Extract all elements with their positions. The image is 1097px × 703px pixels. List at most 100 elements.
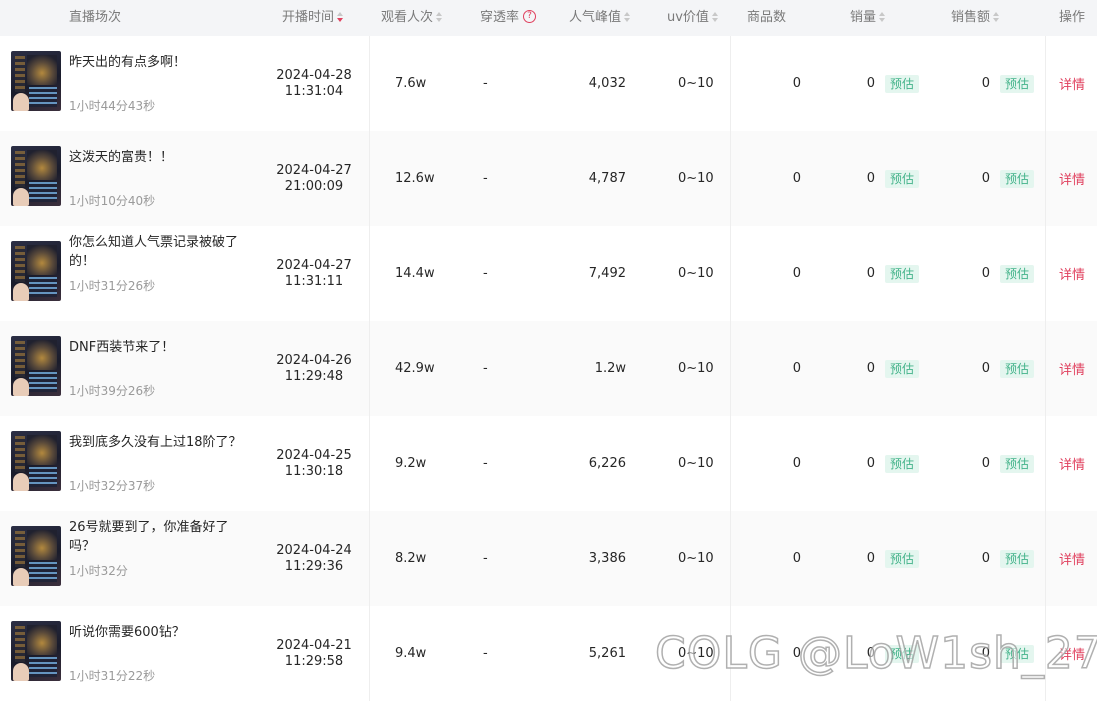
header-action: 操作 bbox=[1059, 10, 1086, 25]
estimate-badge: 预估 bbox=[1000, 454, 1035, 473]
session-duration: 1小时32分 bbox=[69, 564, 128, 578]
session-duration: 1小时32分37秒 bbox=[69, 479, 156, 493]
table-row[interactable]: 昨天出的有点多啊！ 1小时44分43秒 2024-04-28 11:31:04 7… bbox=[0, 36, 1097, 131]
start-time: 2024-04-21 11:29:58 bbox=[266, 606, 362, 701]
column-divider bbox=[1045, 416, 1046, 511]
session-title[interactable]: 我到底多久没有上过18阶了？ bbox=[69, 433, 259, 452]
table-row[interactable]: 这泼天的富贵！！ 1小时10分40秒 2024-04-27 21:00:09 12… bbox=[0, 131, 1097, 226]
start-time: 2024-04-28 11:31:04 bbox=[266, 36, 362, 131]
start-clock: 11:29:48 bbox=[284, 368, 344, 384]
session-title[interactable]: 26号就要到了，你准备好了吗？ bbox=[69, 518, 254, 556]
session-title[interactable]: 这泼天的富贵！！ bbox=[69, 148, 259, 167]
column-divider bbox=[369, 606, 370, 701]
column-divider bbox=[730, 226, 731, 321]
detail-link-label[interactable]: 详情 bbox=[1059, 359, 1085, 378]
detail-link[interactable]: 详情 bbox=[1059, 416, 1085, 511]
session-title[interactable]: 你怎么知道人气票记录被破了的！ bbox=[69, 233, 254, 271]
peak-value: 4,032 bbox=[588, 76, 626, 91]
estimate-badge: 预估 bbox=[885, 359, 920, 378]
start-clock: 11:29:58 bbox=[284, 653, 344, 669]
estimate-badge: 预估 bbox=[885, 264, 920, 283]
sort-arrows-icon[interactable] bbox=[711, 11, 718, 22]
detail-link[interactable]: 详情 bbox=[1059, 131, 1085, 226]
product-count-value: 0 bbox=[792, 361, 801, 376]
views-value: 42.9w bbox=[395, 361, 435, 376]
session-thumbnail[interactable] bbox=[11, 621, 61, 681]
session-thumbnail[interactable] bbox=[11, 336, 61, 396]
session-title[interactable]: 听说你需要600钻？ bbox=[69, 623, 259, 642]
uv-value: 0~10 bbox=[678, 456, 714, 471]
detail-link[interactable]: 详情 bbox=[1059, 606, 1085, 701]
table-row[interactable]: 26号就要到了，你准备好了吗？ 1小时32分 2024-04-24 11:29:3… bbox=[0, 511, 1097, 606]
start-clock: 21:00:09 bbox=[284, 178, 344, 194]
detail-link-label[interactable]: 详情 bbox=[1059, 454, 1085, 473]
sort-arrows-icon[interactable] bbox=[993, 11, 1000, 22]
detail-link-label[interactable]: 详情 bbox=[1059, 74, 1085, 93]
start-clock: 11:31:04 bbox=[284, 83, 344, 99]
sales-amount-value: 0 bbox=[981, 456, 990, 471]
table-row[interactable]: 我到底多久没有上过18阶了？ 1小时32分37秒 2024-04-25 11:30… bbox=[0, 416, 1097, 511]
views-value: 14.4w bbox=[395, 266, 435, 281]
sort-arrows-icon[interactable] bbox=[337, 11, 344, 22]
detail-link-label[interactable]: 详情 bbox=[1059, 264, 1085, 283]
header-uv[interactable]: uv价值 bbox=[667, 0, 718, 36]
table-body: 昨天出的有点多啊！ 1小时44分43秒 2024-04-28 11:31:04 7… bbox=[0, 36, 1097, 701]
session-thumbnail[interactable] bbox=[11, 241, 61, 301]
sales-amount-estimate: 预估 bbox=[990, 511, 1035, 606]
estimate-badge: 预估 bbox=[885, 74, 920, 93]
header-session: 直播场次 bbox=[69, 10, 122, 25]
start-clock: 11:31:11 bbox=[284, 273, 344, 289]
detail-link[interactable]: 详情 bbox=[1059, 36, 1085, 131]
column-divider bbox=[730, 511, 731, 606]
sales-volume-value: 0 bbox=[866, 456, 875, 471]
product-count-value: 0 bbox=[792, 76, 801, 91]
header-sales-amount[interactable]: 销售额 bbox=[951, 0, 1000, 36]
detail-link[interactable]: 详情 bbox=[1059, 511, 1085, 606]
peak-value: 4,787 bbox=[588, 171, 626, 186]
header-views[interactable]: 观看人次 bbox=[381, 0, 443, 36]
sort-arrows-icon[interactable] bbox=[879, 11, 886, 22]
session-title[interactable]: 昨天出的有点多啊！ bbox=[69, 53, 259, 72]
start-date: 2024-04-26 bbox=[276, 352, 352, 368]
sales-amount-estimate: 预估 bbox=[990, 321, 1035, 416]
column-divider bbox=[1045, 511, 1046, 606]
detail-link-label[interactable]: 详情 bbox=[1059, 644, 1085, 663]
sales-amount-estimate: 预估 bbox=[990, 226, 1035, 321]
peak-value: 3,386 bbox=[588, 551, 626, 566]
detail-link-label[interactable]: 详情 bbox=[1059, 169, 1085, 188]
views-value: 12.6w bbox=[395, 171, 435, 186]
header-peak[interactable]: 人气峰值 bbox=[569, 0, 631, 36]
help-icon[interactable]: ? bbox=[523, 10, 537, 23]
session-thumbnail[interactable] bbox=[11, 431, 61, 491]
penetration-value: - bbox=[483, 456, 488, 471]
sales-amount-value: 0 bbox=[981, 646, 990, 661]
start-date: 2024-04-21 bbox=[276, 637, 352, 653]
estimate-badge: 预估 bbox=[1000, 169, 1035, 188]
header-uv-label: uv价值 bbox=[667, 10, 709, 25]
uv-value: 0~10 bbox=[678, 171, 714, 186]
detail-link[interactable]: 详情 bbox=[1059, 321, 1085, 416]
session-duration: 1小时39分26秒 bbox=[69, 384, 156, 398]
detail-link[interactable]: 详情 bbox=[1059, 226, 1085, 321]
table-row[interactable]: DNF西装节来了！ 1小时39分26秒 2024-04-26 11:29:48 4… bbox=[0, 321, 1097, 416]
session-thumbnail[interactable] bbox=[11, 51, 61, 111]
sales-amount-value: 0 bbox=[981, 76, 990, 91]
sort-arrows-icon[interactable] bbox=[436, 11, 443, 22]
start-date: 2024-04-24 bbox=[276, 542, 352, 558]
estimate-badge: 预估 bbox=[885, 549, 920, 568]
table-row[interactable]: 听说你需要600钻？ 1小时31分22秒 2024-04-21 11:29:58 … bbox=[0, 606, 1097, 701]
session-thumbnail[interactable] bbox=[11, 146, 61, 206]
header-start-time[interactable]: 开播时间 bbox=[282, 0, 344, 36]
session-thumbnail[interactable] bbox=[11, 526, 61, 586]
detail-link-label[interactable]: 详情 bbox=[1059, 549, 1085, 568]
header-sales-volume[interactable]: 销量 bbox=[850, 0, 886, 36]
table-row[interactable]: 你怎么知道人气票记录被破了的！ 1小时31分26秒 2024-04-27 11:3… bbox=[0, 226, 1097, 321]
column-divider bbox=[369, 226, 370, 321]
header-start-time-label: 开播时间 bbox=[282, 10, 335, 25]
sort-arrows-icon[interactable] bbox=[624, 11, 631, 22]
estimate-badge: 预估 bbox=[1000, 74, 1035, 93]
penetration-value: - bbox=[483, 646, 488, 661]
session-title[interactable]: DNF西装节来了！ bbox=[69, 338, 259, 357]
start-time: 2024-04-25 11:30:18 bbox=[266, 416, 362, 511]
peak-value: 6,226 bbox=[588, 456, 626, 471]
